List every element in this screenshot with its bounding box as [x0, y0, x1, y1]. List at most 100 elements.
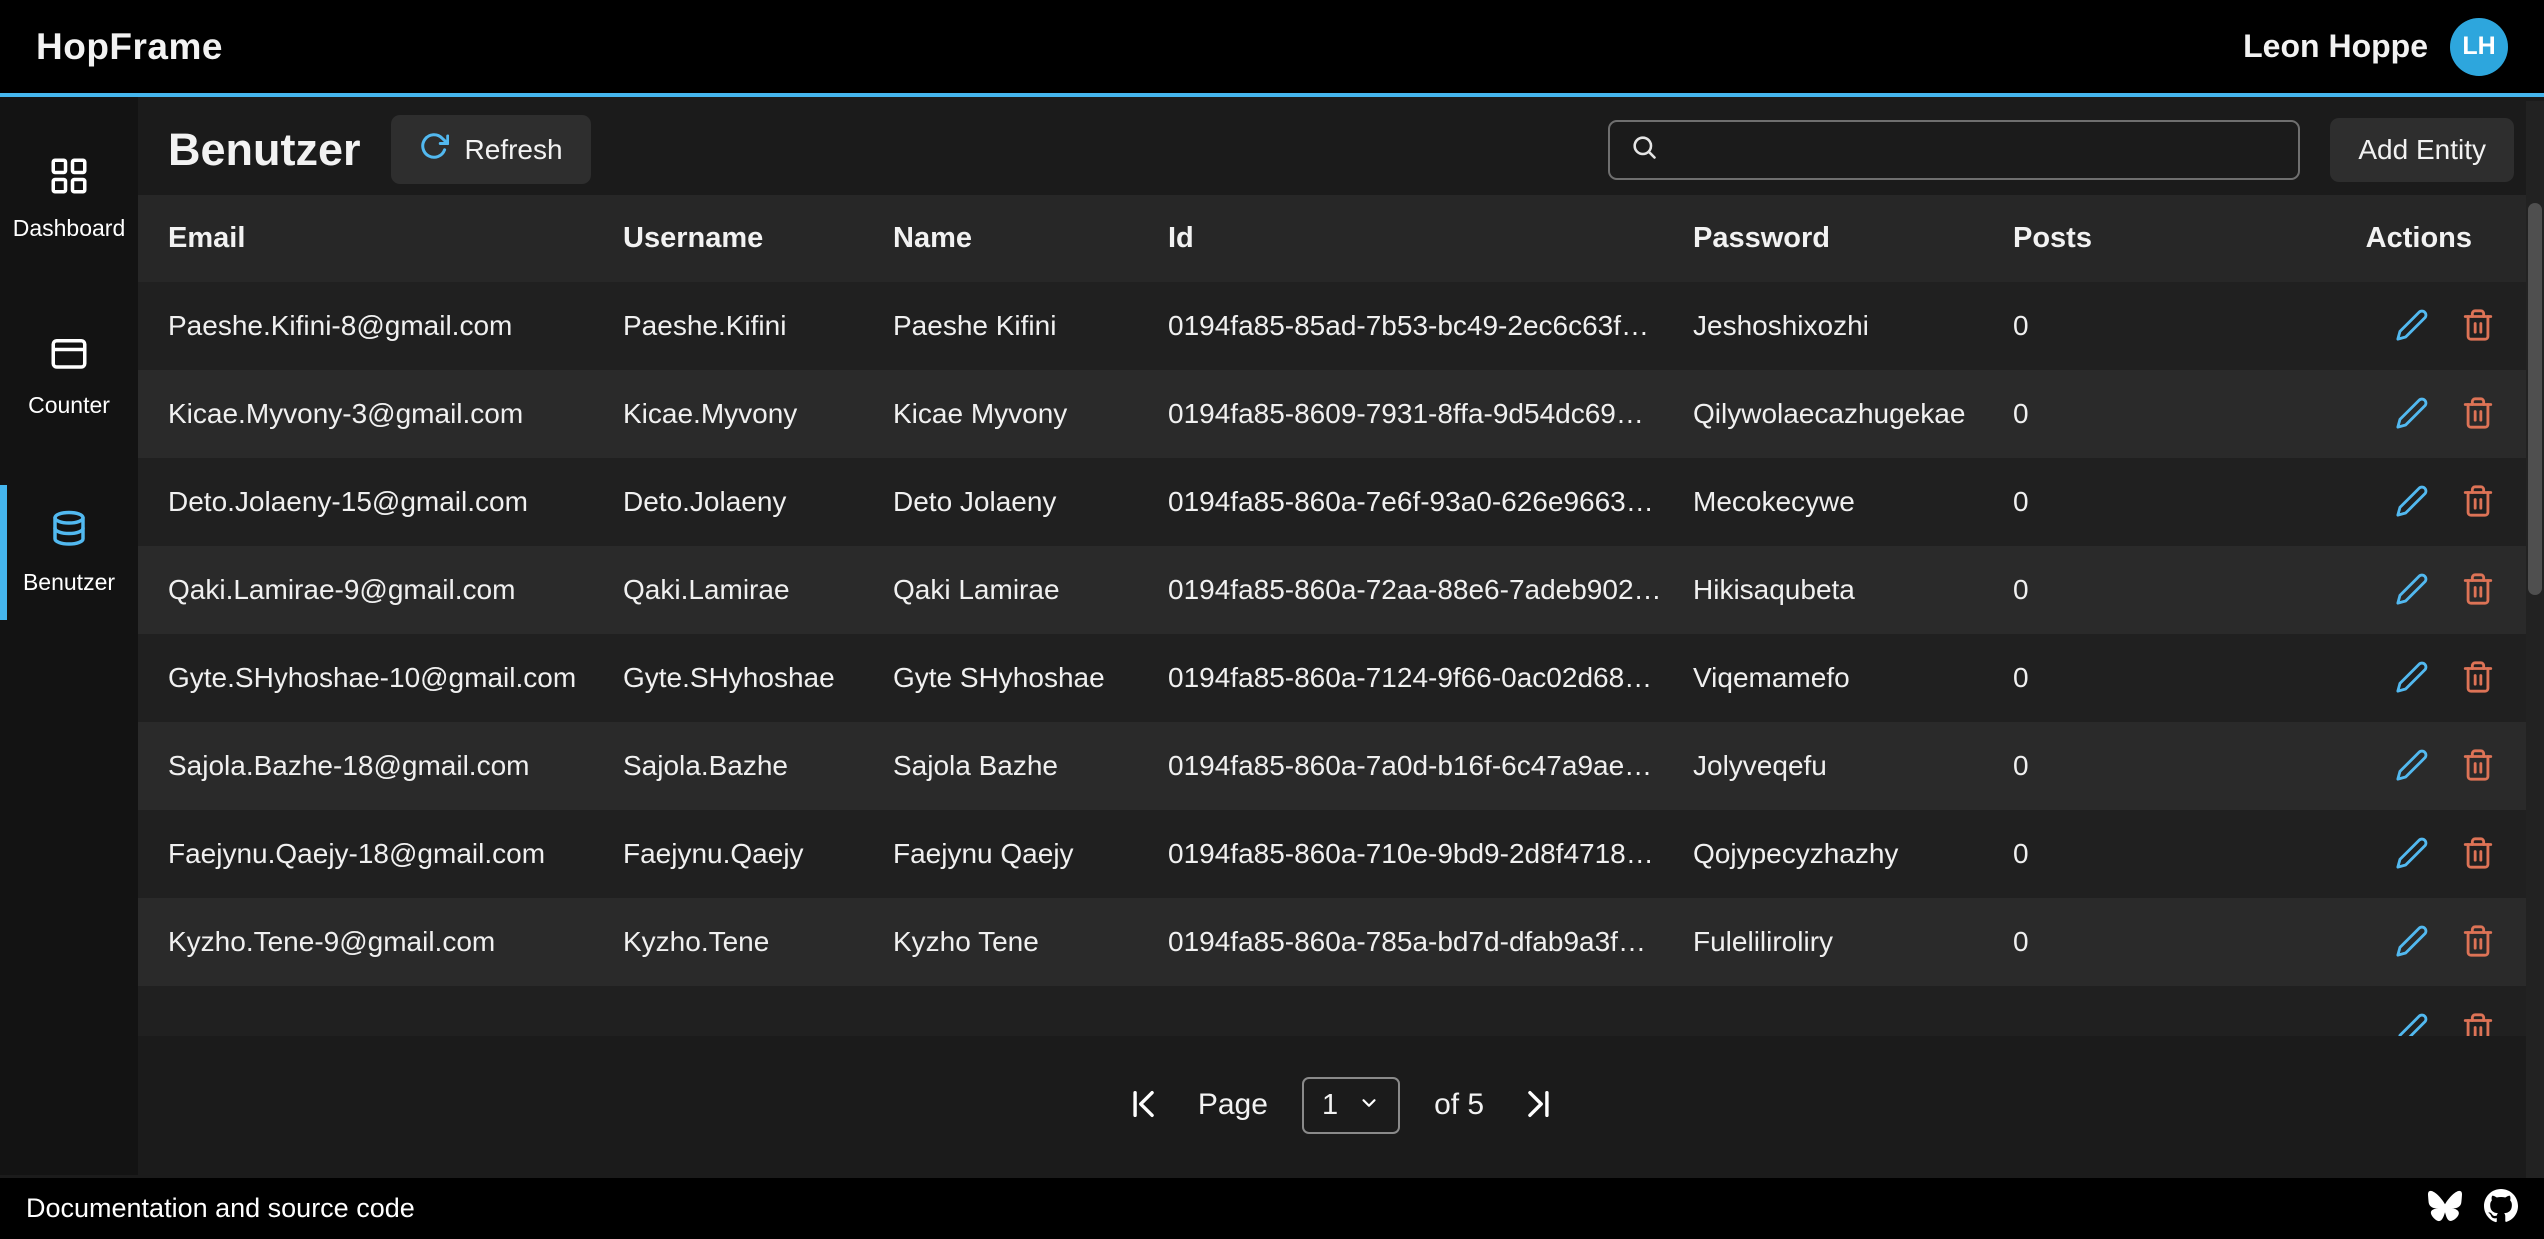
cell-id: 0194fa85-860a-7124-9f66-0ac02d68… — [1168, 662, 1693, 694]
edit-button[interactable] — [2394, 748, 2430, 784]
cell-posts: 0 — [2013, 486, 2333, 518]
table-row: Gyte.SHyhoshae-10@gmail.com Gyte.SHyhosh… — [138, 634, 2544, 722]
pencil-icon — [2395, 858, 2429, 873]
delete-button[interactable] — [2460, 660, 2496, 696]
counter-icon — [48, 332, 90, 380]
sidebar-item-counter[interactable]: Counter — [0, 308, 138, 443]
sidebar-item-dashboard[interactable]: Dashboard — [0, 131, 138, 266]
add-entity-button[interactable]: Add Entity — [2330, 118, 2514, 182]
bluesky-icon[interactable] — [2428, 1189, 2462, 1228]
edit-button[interactable] — [2394, 396, 2430, 432]
column-header-name: Name — [893, 222, 1168, 255]
sidebar-item-label: Counter — [28, 392, 110, 419]
cell-password: Qilywolaecazhugekae — [1693, 398, 2013, 430]
delete-button[interactable] — [2460, 572, 2496, 608]
cell-id: 0194fa85-8609-7931-8ffa-9d54dc69… — [1168, 398, 1693, 430]
cell-id: … — [1168, 1014, 1693, 1035]
top-bar: HopFrame Leon Hoppe LH — [0, 0, 2544, 97]
cell-email: Paeshe.Kifini-8@gmail.com — [168, 310, 623, 342]
documentation-link[interactable]: Documentation and source code — [26, 1193, 415, 1224]
row-actions — [2333, 308, 2496, 344]
edit-button[interactable] — [2394, 660, 2430, 696]
cell-password: Jolyveqefu — [1693, 750, 2013, 782]
delete-button[interactable] — [2460, 484, 2496, 520]
cell-password: Viqemamefo — [1693, 662, 2013, 694]
table-row: Faejynu.Qaejy-18@gmail.com Faejynu.Qaejy… — [138, 810, 2544, 898]
cell-id: 0194fa85-860a-785a-bd7d-dfab9a3f… — [1168, 926, 1693, 958]
edit-button[interactable] — [2394, 484, 2430, 520]
table-row: Qaki.Lamirae-9@gmail.com Qaki.Lamirae Qa… — [138, 546, 2544, 634]
search-box — [1608, 120, 2300, 180]
current-page: 1 — [1322, 1089, 1338, 1122]
cell-name: Kyzho Tene — [893, 926, 1168, 958]
cell-password: Jeshoshixozhi — [1693, 310, 2013, 342]
user-name: Leon Hoppe — [2243, 28, 2428, 65]
cell-username: Kicae.Myvony — [623, 398, 893, 430]
last-page-button[interactable] — [1518, 1086, 1556, 1124]
cell-email: Gyte.SHyhoshae-10@gmail.com — [168, 662, 623, 694]
refresh-button[interactable]: Refresh — [391, 115, 591, 184]
row-actions — [2333, 748, 2496, 784]
cell-posts: 0 — [2013, 926, 2333, 958]
cell-posts: 0 — [2013, 310, 2333, 342]
edit-button[interactable] — [2394, 1012, 2430, 1035]
footer-icons — [2428, 1189, 2518, 1228]
column-header-posts: Posts — [2013, 222, 2333, 255]
row-actions — [2333, 396, 2496, 432]
sidebar-item-benutzer[interactable]: Benutzer — [0, 485, 138, 620]
page-select[interactable]: 1 — [1302, 1077, 1400, 1134]
row-actions — [2333, 1012, 2496, 1035]
search-icon — [1630, 133, 1658, 166]
column-header-password: Password — [1693, 222, 2013, 255]
column-header-username: Username — [623, 222, 893, 255]
main-content: Benutzer Refresh Add Entity Email Userna — [138, 97, 2544, 1175]
trash-icon — [2461, 594, 2495, 609]
delete-button[interactable] — [2460, 396, 2496, 432]
delete-button[interactable] — [2460, 308, 2496, 344]
vertical-scrollbar[interactable] — [2526, 101, 2544, 1178]
cell-posts: 0 — [2013, 398, 2333, 430]
pencil-icon — [2395, 770, 2429, 785]
cell-email: Qaki.Lamirae-9@gmail.com — [168, 574, 623, 606]
table-row: Kyzho.Tene-9@gmail.com Kyzho.Tene Kyzho … — [138, 898, 2544, 986]
delete-button[interactable] — [2460, 1012, 2496, 1035]
github-icon[interactable] — [2484, 1189, 2518, 1228]
cell-username: Faejynu.Qaejy — [623, 838, 893, 870]
dashboard-icon — [48, 155, 90, 203]
cell-email: Faejynu.Qaejy-18@gmail.com — [168, 838, 623, 870]
edit-button[interactable] — [2394, 836, 2430, 872]
avatar[interactable]: LH — [2450, 18, 2508, 76]
delete-button[interactable] — [2460, 924, 2496, 960]
delete-button[interactable] — [2460, 748, 2496, 784]
scrollbar-thumb[interactable] — [2528, 203, 2542, 595]
cell-password: Qojypecyzhazhy — [1693, 838, 2013, 870]
row-actions — [2333, 484, 2496, 520]
edit-button[interactable] — [2394, 572, 2430, 608]
page-title: Benutzer — [168, 124, 361, 176]
cell-name: Paeshe Kifini — [893, 310, 1168, 342]
row-actions — [2333, 572, 2496, 608]
delete-button[interactable] — [2460, 836, 2496, 872]
cell-posts: … — [2013, 1014, 2333, 1035]
edit-button[interactable] — [2394, 924, 2430, 960]
trash-icon — [2461, 506, 2495, 521]
search-input[interactable] — [1674, 134, 2278, 166]
column-header-email: Email — [168, 222, 623, 255]
cell-name: Sajola Bazhe — [893, 750, 1168, 782]
cell-id: 0194fa85-860a-710e-9bd9-2d8f4718… — [1168, 838, 1693, 870]
cell-email: Sajola.Bazhe-18@gmail.com — [168, 750, 623, 782]
trash-icon — [2461, 418, 2495, 433]
table-row: Kicae.Myvony-3@gmail.com Kicae.Myvony Ki… — [138, 370, 2544, 458]
trash-icon — [2461, 330, 2495, 345]
table-row: Sajola.Bazhe-18@gmail.com Sajola.Bazhe S… — [138, 722, 2544, 810]
cell-username: Paeshe.Kifini — [623, 310, 893, 342]
row-actions — [2333, 836, 2496, 872]
cell-name: Deto Jolaeny — [893, 486, 1168, 518]
table-body: Paeshe.Kifini-8@gmail.com Paeshe.Kifini … — [138, 282, 2544, 1035]
pencil-icon — [2395, 506, 2429, 521]
column-header-id: Id — [1168, 222, 1693, 255]
first-page-button[interactable] — [1126, 1086, 1164, 1124]
edit-button[interactable] — [2394, 308, 2430, 344]
cell-username: Gyte.SHyhoshae — [623, 662, 893, 694]
pencil-icon — [2395, 682, 2429, 697]
